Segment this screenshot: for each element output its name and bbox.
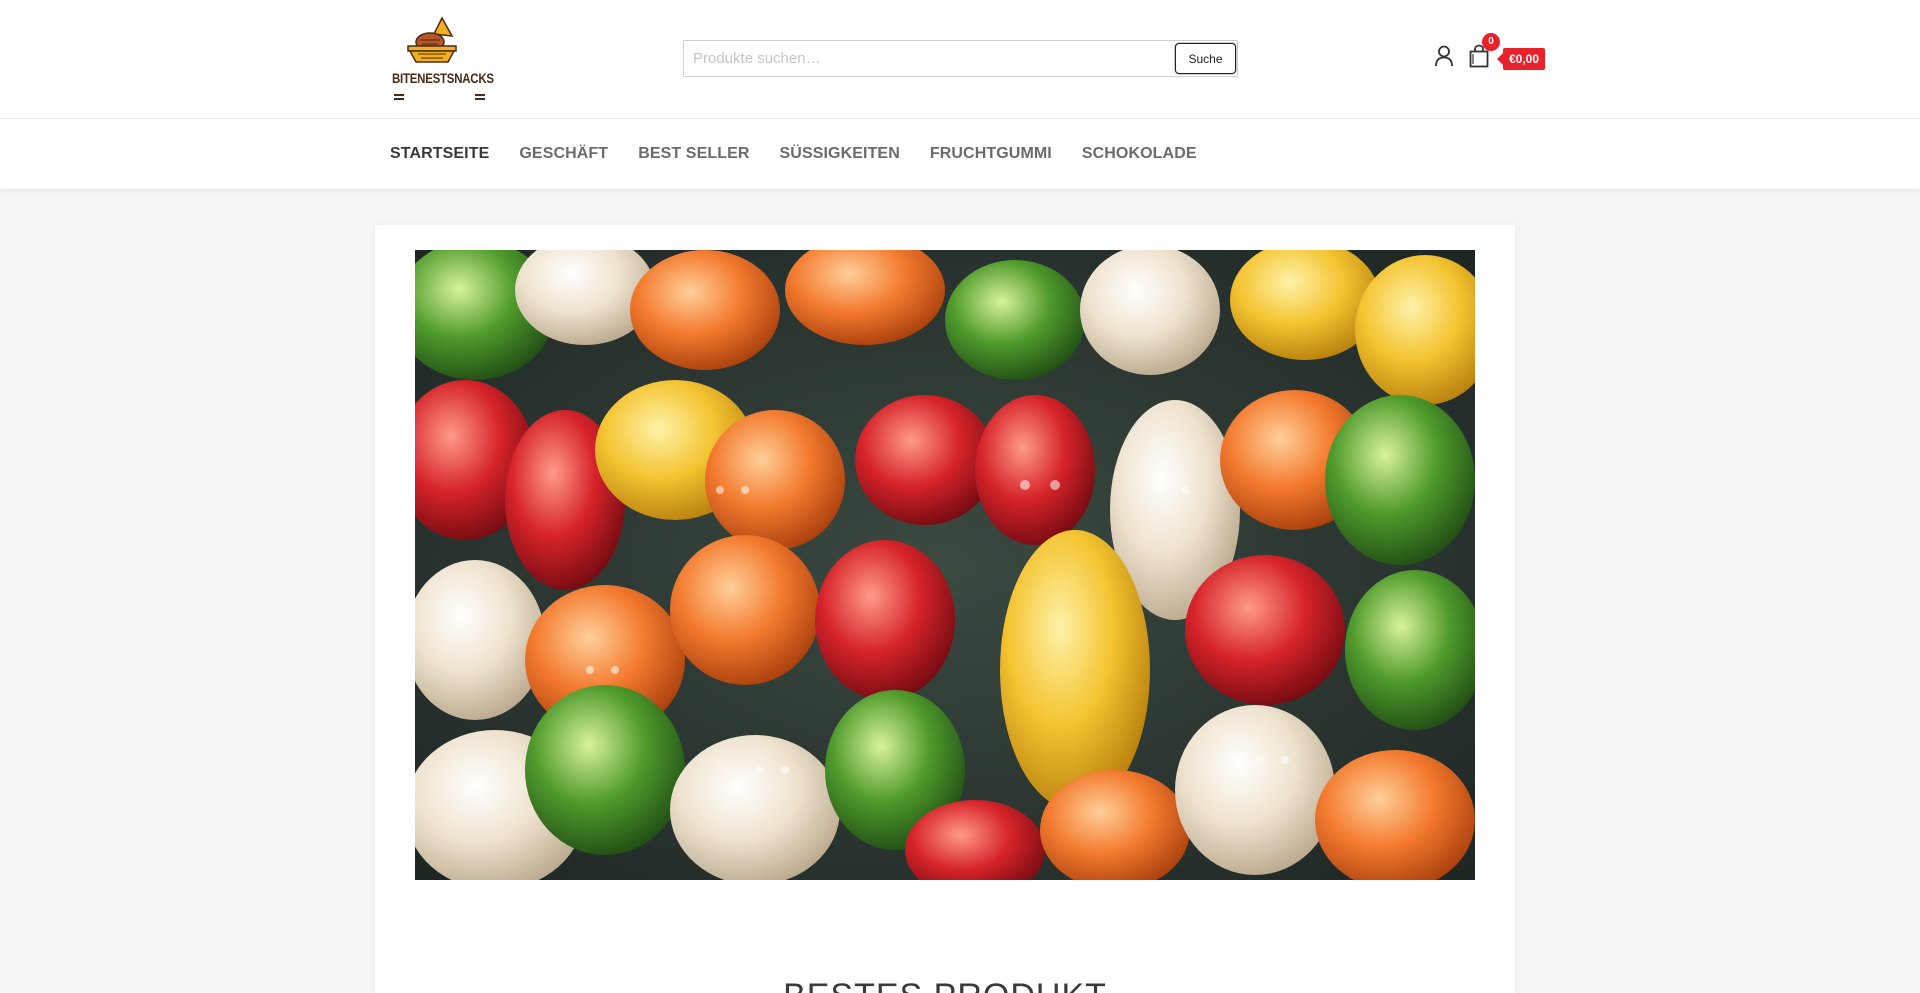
nav-item-fruchtgummi[interactable]: FRUCHTGUMMI: [930, 145, 1052, 163]
nav-menu: STARTSEITE GESCHÄFT BEST SELLER SÜSSIGKE…: [390, 119, 1227, 189]
nav-item-schokolade[interactable]: SCHOKOLADE: [1082, 145, 1197, 163]
logo-bar-left-bottom: [394, 98, 404, 100]
snack-bowl-logo-icon: [407, 16, 457, 63]
site-header: BITENESTSNACKS Suche 0 €0,00: [0, 0, 1920, 119]
search-button[interactable]: Suche: [1175, 43, 1236, 74]
product-search: Suche: [683, 40, 1238, 77]
nav-item-suessigkeiten[interactable]: SÜSSIGKEITEN: [780, 145, 900, 163]
logo-bar-right-bottom: [475, 98, 485, 100]
site-logo[interactable]: BITENESTSNACKS: [390, 16, 494, 102]
logo-wordmark: BITENESTSNACKS: [392, 70, 494, 86]
cart-total-button[interactable]: €0,00: [1496, 48, 1546, 70]
nav-item-best-seller[interactable]: BEST SELLER: [638, 145, 749, 163]
logo-bar-right-top: [475, 94, 485, 96]
nav-item-startseite[interactable]: STARTSEITE: [390, 145, 489, 163]
gummy-bears-photo: [415, 250, 1475, 880]
nav-item-geschaeft[interactable]: GESCHÄFT: [519, 145, 608, 163]
hero-image: [415, 250, 1475, 880]
main-navigation: STARTSEITE GESCHÄFT BEST SELLER SÜSSIGKE…: [0, 119, 1920, 189]
search-input[interactable]: [684, 41, 1174, 76]
content-card: BESTES PRODUKT: [375, 225, 1515, 993]
cart-count-badge: 0: [1482, 33, 1500, 51]
section-title: BESTES PRODUKT: [375, 977, 1515, 993]
user-icon[interactable]: [1434, 45, 1454, 67]
logo-bar-left-top: [394, 94, 404, 96]
